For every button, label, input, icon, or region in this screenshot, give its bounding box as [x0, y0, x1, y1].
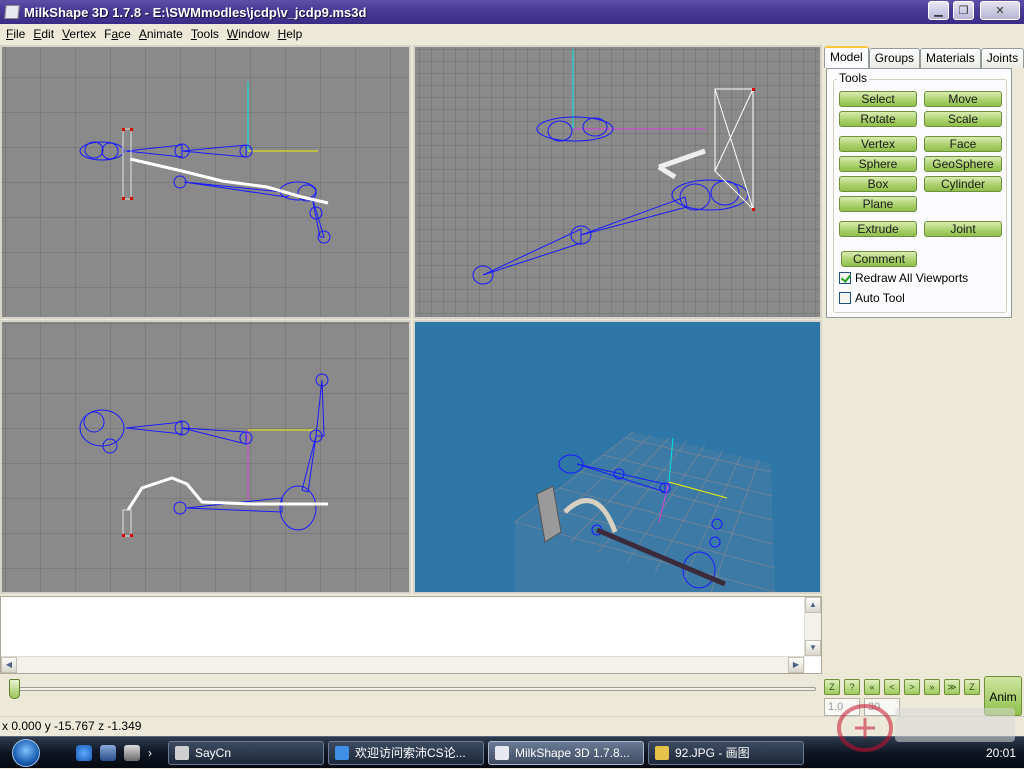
milkshape-window: MilkShape 3D 1.7.8 - E:\SWMmodles\jcdp\v… [0, 0, 1024, 768]
tab-groups[interactable]: Groups [868, 48, 921, 68]
task-paint[interactable]: 92.JPG - 画图 [648, 741, 804, 765]
viewport-side-canvas [415, 47, 820, 317]
message-area[interactable]: ▲ ▼ ◀ ▶ [0, 596, 822, 674]
joint-button[interactable]: Joint [924, 221, 1002, 237]
sphere-button[interactable]: Sphere [839, 156, 917, 172]
viewport-top-canvas [2, 322, 409, 592]
clock: 20:01 [985, 746, 1016, 760]
auto-tool-checkbox[interactable]: Auto Tool [839, 291, 905, 305]
quicklaunch-more-icon[interactable]: › [148, 745, 164, 761]
scroll-down-icon[interactable]: ▼ [805, 640, 821, 656]
scroll-right-icon[interactable]: ▶ [788, 657, 804, 673]
frame-end-field[interactable]: 30 [864, 698, 900, 716]
menu-face[interactable]: Face [100, 24, 135, 44]
system-tray: 20:01 [830, 737, 1024, 769]
desktop-icon[interactable] [100, 745, 116, 761]
frame-start-field[interactable]: 1.0 [824, 698, 860, 716]
extrude-button[interactable]: Extrude [839, 221, 917, 237]
task-milkshape[interactable]: MilkShape 3D 1.7.8... [488, 741, 644, 765]
anim-button[interactable]: Anim [984, 676, 1022, 716]
saycn-icon [175, 746, 189, 760]
anim-next-icon[interactable]: > [904, 679, 920, 695]
menu-animate[interactable]: Animate [135, 24, 187, 44]
model-tab-body: Tools Select Move Rotate Scale Vertex Fa… [826, 68, 1012, 318]
tab-model[interactable]: Model [824, 46, 869, 68]
viewport-front-canvas [2, 47, 409, 317]
tab-joints[interactable]: Joints [980, 48, 1024, 68]
anim-prev-icon[interactable]: < [884, 679, 900, 695]
geosphere-button[interactable]: GeoSphere [924, 156, 1002, 172]
menu-window[interactable]: Window [223, 24, 274, 44]
cs-icon[interactable] [124, 745, 140, 761]
taskbar: › SayCn 欢迎访问索沛CS论... MilkShape 3D 1.7.8.… [0, 736, 1024, 768]
viewport-3d[interactable] [413, 320, 822, 594]
plane-button[interactable]: Plane [839, 196, 917, 212]
tools-group-label: Tools [837, 71, 870, 85]
maximize-button[interactable]: ❐ [953, 1, 974, 20]
anim-forward-icon[interactable]: » [924, 679, 940, 695]
checkbox-checked-icon [839, 272, 851, 284]
tool-panel: Model Groups Materials Joints Tools Sele… [822, 44, 1024, 676]
horizontal-scrollbar[interactable]: ◀ ▶ [1, 656, 805, 673]
close-icon: ✕ [995, 5, 1005, 17]
scroll-up-icon[interactable]: ▲ [805, 597, 821, 613]
menu-help[interactable]: Help [274, 24, 307, 44]
title-bar[interactable]: MilkShape 3D 1.7.8 - E:\SWMmodles\jcdp\v… [0, 0, 1024, 24]
animation-timeline [0, 676, 822, 716]
animation-controls: Z ? « < > » ≫ Z 1.0 30 Anim [822, 676, 1024, 720]
panel-tabs: Model Groups Materials Joints [824, 46, 1024, 68]
cylinder-button[interactable]: Cylinder [924, 176, 1002, 192]
menu-vertex[interactable]: Vertex [58, 24, 100, 44]
paint-icon [655, 746, 669, 760]
tab-materials[interactable]: Materials [920, 48, 981, 68]
ie-task-icon [335, 746, 349, 760]
menu-file[interactable]: File [2, 24, 29, 44]
viewport-side[interactable] [413, 45, 822, 319]
face-button[interactable]: Face [924, 136, 1002, 152]
anim-last-icon[interactable]: ≫ [944, 679, 960, 695]
auto-tool-label: Auto Tool [855, 291, 905, 305]
task-saycn[interactable]: SayCn [168, 741, 324, 765]
anim-help-icon[interactable]: ? [844, 679, 860, 695]
frame-slider-track[interactable] [12, 687, 816, 691]
box-button[interactable]: Box [839, 176, 917, 192]
minimize-button[interactable]: ▁ [928, 1, 949, 20]
redraw-all-viewports-label: Redraw All Viewports [855, 271, 969, 285]
status-bar: x 0.000 y -15.767 z -1.349 [0, 716, 1024, 736]
vertex-button[interactable]: Vertex [839, 136, 917, 152]
redraw-all-viewports-checkbox[interactable]: Redraw All Viewports [839, 271, 968, 285]
anim-rewind-icon[interactable]: « [864, 679, 880, 695]
anim-first-icon[interactable]: Z [824, 679, 840, 695]
vertical-scrollbar[interactable]: ▲ ▼ [804, 597, 821, 657]
frame-slider-thumb[interactable] [9, 679, 20, 699]
scroll-left-icon[interactable]: ◀ [1, 657, 17, 673]
scale-button[interactable]: Scale [924, 111, 1002, 127]
window-title: MilkShape 3D 1.7.8 - E:\SWMmodles\jcdp\v… [24, 4, 367, 20]
viewport-front[interactable] [0, 45, 411, 319]
maximize-icon: ❐ [958, 5, 969, 17]
menu-tools[interactable]: Tools [187, 24, 223, 44]
viewport-top[interactable] [0, 320, 411, 594]
menu-bar: File Edit Vertex Face Animate Tools Wind… [0, 24, 1024, 44]
viewport-3d-canvas [514, 431, 776, 592]
checkbox-unchecked-icon [839, 292, 851, 304]
task-browser[interactable]: 欢迎访问索沛CS论... [328, 741, 484, 765]
ie-icon[interactable] [76, 745, 92, 761]
milkshape-task-icon [495, 746, 509, 760]
comment-button[interactable]: Comment [841, 251, 917, 267]
close-button[interactable]: ✕ [980, 1, 1020, 20]
anim-end-icon[interactable]: Z [964, 679, 980, 695]
start-button[interactable] [12, 739, 40, 767]
move-button[interactable]: Move [924, 91, 1002, 107]
select-button[interactable]: Select [839, 91, 917, 107]
app-icon [4, 5, 20, 19]
menu-edit[interactable]: Edit [29, 24, 58, 44]
minimize-icon: ▁ [934, 5, 943, 17]
cursor-coordinates: x 0.000 y -15.767 z -1.349 [2, 719, 142, 733]
rotate-button[interactable]: Rotate [839, 111, 917, 127]
